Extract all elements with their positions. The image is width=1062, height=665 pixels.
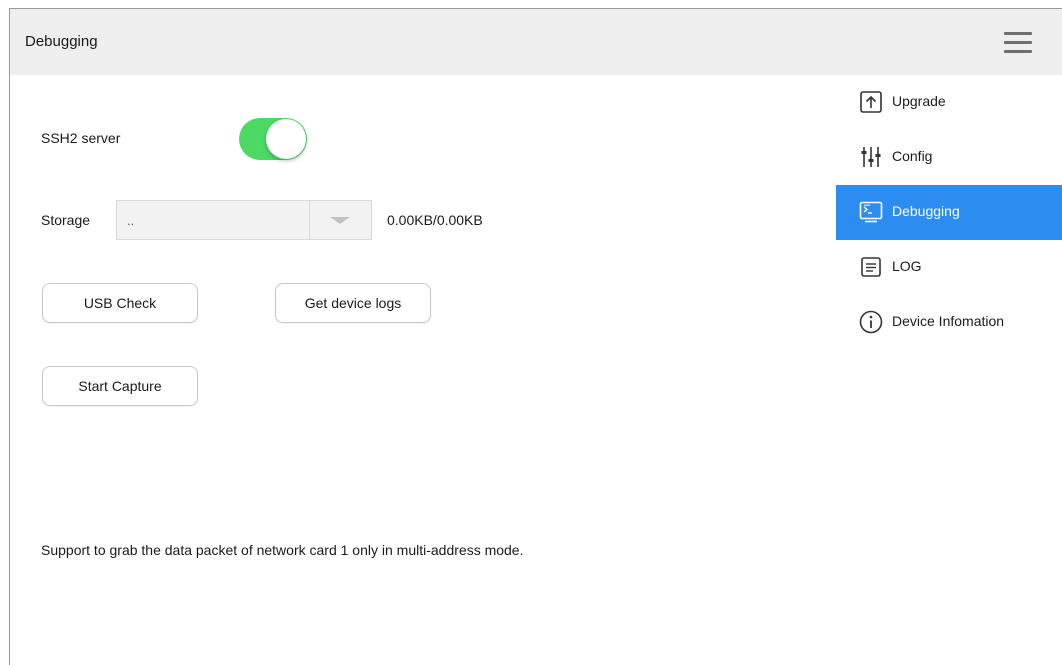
sidebar-item-config[interactable]: Config [836,130,1062,185]
storage-size-value: 0.00KB/0.00KB [387,212,483,228]
sidebar-item-label: Upgrade [892,93,946,109]
get-device-logs-button[interactable]: Get device logs [275,283,431,323]
start-capture-button[interactable]: Start Capture [42,366,198,406]
storage-select-value: .. [127,213,135,228]
sidebar-item-label: Debugging [892,203,960,219]
storage-label: Storage [41,212,91,228]
usb-check-button[interactable]: USB Check [42,283,198,323]
storage-select[interactable]: .. [116,200,372,240]
toggle-knob [266,119,306,159]
sidebar-item-device-information[interactable]: Device Infomation [836,295,1062,350]
debugging-terminal-icon [859,201,883,223]
sidebar-item-debugging[interactable]: Debugging [836,185,1062,240]
sidebar-item-label: Device Infomation [892,313,1005,329]
upgrade-icon [860,91,882,113]
sidebar-item-log[interactable]: LOG [836,240,1062,295]
chevron-down-icon [330,217,350,224]
sidebar-item-upgrade[interactable]: Upgrade [836,75,1062,130]
log-document-icon [861,257,881,277]
info-icon [859,310,883,334]
hamburger-menu-icon[interactable] [1004,30,1032,54]
ssh-server-toggle[interactable] [239,118,307,160]
capture-note: Support to grab the data packet of netwo… [41,542,524,558]
ssh-server-label: SSH2 server [41,130,121,146]
title-bar: Debugging [10,9,1062,75]
sidebar-item-label: LOG [892,258,922,274]
sidebar-item-label: Config [892,148,933,164]
debugging-window: Debugging SSH2 server Storage .. 0.00KB/… [9,8,1062,665]
select-dropdown-button[interactable] [309,201,371,239]
page-title: Debugging [25,33,98,50]
config-sliders-icon [861,147,881,167]
